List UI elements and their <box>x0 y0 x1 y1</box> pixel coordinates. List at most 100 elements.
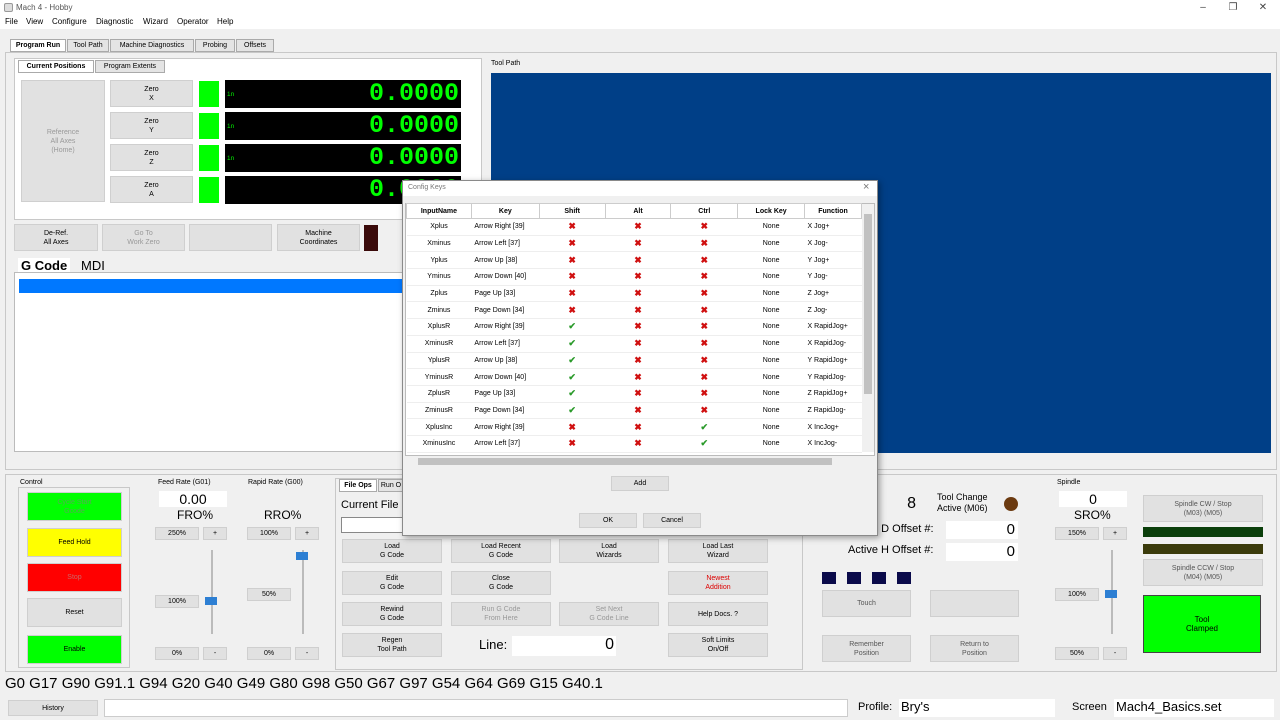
sro-slider-thumb[interactable] <box>1105 590 1117 598</box>
rro-slider-track[interactable] <box>302 550 304 634</box>
load-gcode-button[interactable]: Load G Code <box>342 539 442 563</box>
table-row[interactable]: XplusR Arrow Right [39] ✔ ✖ ✖ None X RapidJog+ <box>406 318 862 336</box>
add-button[interactable]: Add <box>611 476 669 491</box>
z-dro[interactable]: in 0.0000 <box>225 144 461 172</box>
return-to-position-button[interactable]: Return to Position <box>930 635 1019 662</box>
hscroll-thumb[interactable] <box>418 458 832 465</box>
tab-file-ops[interactable]: File Ops <box>339 479 377 492</box>
tab-program-run[interactable]: Program Run <box>10 39 66 52</box>
fro-250-button[interactable]: 250% <box>155 527 199 540</box>
enable-button[interactable]: Enable <box>27 635 122 664</box>
rro-minus-button[interactable]: - <box>295 647 319 660</box>
edit-gcode-button[interactable]: Edit G Code <box>342 571 442 595</box>
keys-table[interactable]: InputName Key Shift Alt Ctrl Lock Key Function… <box>406 203 862 453</box>
menu-wizard[interactable]: Wizard <box>143 17 168 26</box>
column-header[interactable]: InputName <box>406 203 472 219</box>
set-next-line-button[interactable]: Set Next G Code Line <box>559 602 659 626</box>
zero-y-button[interactable]: Zero Y <box>110 112 193 139</box>
minimize-icon[interactable]: – <box>1188 0 1218 15</box>
table-row[interactable]: Yminus Arrow Down [40] ✖ ✖ ✖ None Y Jog- <box>406 268 862 286</box>
table-row[interactable]: Zplus Page Up [33] ✖ ✖ ✖ None Z Jog+ <box>406 285 862 303</box>
close-gcode-button[interactable]: Close G Code <box>451 571 551 595</box>
zero-a-button[interactable]: Zero A <box>110 176 193 203</box>
column-header[interactable]: Ctrl <box>670 203 739 219</box>
table-row[interactable]: Zminus Page Down [34] ✖ ✖ ✖ None Z Jog- <box>406 301 862 320</box>
fro-100-button[interactable]: 100% <box>155 595 199 608</box>
sro-plus-button[interactable]: + <box>1103 527 1127 540</box>
rro-100-button[interactable]: 100% <box>247 527 291 540</box>
menu-operator[interactable]: Operator <box>177 17 209 26</box>
fro-0-button[interactable]: 0% <box>155 647 199 660</box>
column-header[interactable]: Function <box>804 203 862 219</box>
table-row[interactable]: YplusR Arrow Up [38] ✔ ✖ ✖ None Y RapidJog+ <box>406 352 862 370</box>
tab-run-ops[interactable]: Run O <box>378 479 404 492</box>
x-dro[interactable]: in 0.0000 <box>225 80 461 108</box>
spindle-ccw-button[interactable]: Spindle CCW / Stop (M04) (M05) <box>1143 559 1263 586</box>
load-last-wizard-button[interactable]: Load Last Wizard <box>668 539 768 563</box>
remember-position-button[interactable]: Remember Position <box>822 635 911 662</box>
table-row[interactable]: XplusInc Arrow Right [39] ✖ ✖ ✔ None X IncJog+ <box>406 418 862 436</box>
menu-view[interactable]: View <box>26 17 43 26</box>
menu-help[interactable]: Help <box>217 17 233 26</box>
column-header[interactable]: Key <box>470 203 540 219</box>
blank-tool-button[interactable] <box>930 590 1019 617</box>
tab-tool-path[interactable]: Tool Path <box>67 39 109 52</box>
table-row[interactable]: Xminus Arrow Left [37] ✖ ✖ ✖ None X Jog- <box>406 235 862 253</box>
tab-offsets[interactable]: Offsets <box>236 39 274 52</box>
column-header[interactable]: Shift <box>538 203 606 219</box>
tab-gcode[interactable]: G Code <box>18 258 71 273</box>
sro-50-button[interactable]: 50% <box>1055 647 1099 660</box>
load-wizards-button[interactable]: Load Wizards <box>559 539 659 563</box>
zero-x-button[interactable]: Zero X <box>110 80 193 107</box>
stop-button[interactable]: Stop <box>27 563 122 592</box>
rro-slider-thumb[interactable] <box>296 552 308 560</box>
reference-all-axes-button[interactable]: Reference All Axes (Home) <box>21 80 105 202</box>
table-hscrollbar[interactable] <box>406 456 862 467</box>
table-row[interactable]: XminusR Arrow Left [37] ✔ ✖ ✖ None X RapidJog- <box>406 335 862 353</box>
sro-minus-button[interactable]: - <box>1103 647 1127 660</box>
feed-hold-button[interactable]: Feed Hold <box>27 528 122 557</box>
column-header[interactable]: Alt <box>604 203 672 219</box>
load-recent-gcode-button[interactable]: Load Recent G Code <box>451 539 551 563</box>
cycle-start-button[interactable]: Cycle Start Gcode <box>27 492 122 521</box>
tab-probing[interactable]: Probing <box>195 39 235 52</box>
table-row[interactable]: Yplus Arrow Up [38] ✖ ✖ ✖ None Y Jog+ <box>406 251 862 270</box>
spindle-cw-button[interactable]: Spindle CW / Stop (M03) (M05) <box>1143 495 1263 522</box>
fro-slider-thumb[interactable] <box>205 597 217 605</box>
regen-toolpath-button[interactable]: Regen Tool Path <box>342 633 442 657</box>
restore-icon[interactable]: ❐ <box>1218 0 1248 15</box>
dialog-close-icon[interactable]: × <box>863 181 869 193</box>
reset-button[interactable]: Reset <box>27 598 122 627</box>
history-button[interactable]: History <box>8 700 98 716</box>
blank-button[interactable] <box>189 224 272 251</box>
sro-150-button[interactable]: 150% <box>1055 527 1099 540</box>
table-vscrollbar[interactable] <box>862 204 874 452</box>
machine-coordinates-button[interactable]: Machine Coordinates <box>277 224 360 251</box>
tab-program-extents[interactable]: Program Extents <box>95 60 165 73</box>
table-row[interactable]: Xplus Arrow Right [39] ✖ ✖ ✖ None X Jog+ <box>406 218 862 236</box>
tab-machine-diagnostics[interactable]: Machine Diagnostics <box>110 39 194 52</box>
rro-plus-button[interactable]: + <box>295 527 319 540</box>
sro-100-button[interactable]: 100% <box>1055 588 1099 601</box>
cancel-button[interactable]: Cancel <box>643 513 701 528</box>
menu-file[interactable]: File <box>5 17 18 26</box>
table-row[interactable]: ZminusR Page Down [34] ✔ ✖ ✖ None Z RapidJog- <box>406 402 862 420</box>
newest-addition-button[interactable]: Newest Addition <box>668 571 768 595</box>
table-row[interactable]: XminusInc Arrow Left [37] ✖ ✖ ✔ None X IncJog- <box>406 435 862 453</box>
soft-limits-button[interactable]: Soft Limits On/Off <box>668 633 768 657</box>
fro-plus-button[interactable]: + <box>203 527 227 540</box>
deref-all-axes-button[interactable]: De-Ref. All Axes <box>14 224 98 251</box>
close-icon[interactable]: ✕ <box>1248 0 1278 15</box>
menu-configure[interactable]: Configure <box>52 17 87 26</box>
tool-clamped-button[interactable]: Tool Clamped <box>1143 595 1261 653</box>
fro-minus-button[interactable]: - <box>203 647 227 660</box>
y-dro[interactable]: in 0.0000 <box>225 112 461 140</box>
tab-mdi[interactable]: MDI <box>78 258 108 273</box>
rro-0-button[interactable]: 0% <box>247 647 291 660</box>
menu-diagnostic[interactable]: Diagnostic <box>96 17 133 26</box>
table-row[interactable]: YminusR Arrow Down [40] ✔ ✖ ✖ None Y RapidJog- <box>406 368 862 386</box>
goto-work-zero-button[interactable]: Go To Work Zero <box>102 224 185 251</box>
run-from-here-button[interactable]: Run G Code From Here <box>451 602 551 626</box>
column-header[interactable]: Lock Key <box>737 203 806 219</box>
fro-slider-track[interactable] <box>211 550 213 634</box>
